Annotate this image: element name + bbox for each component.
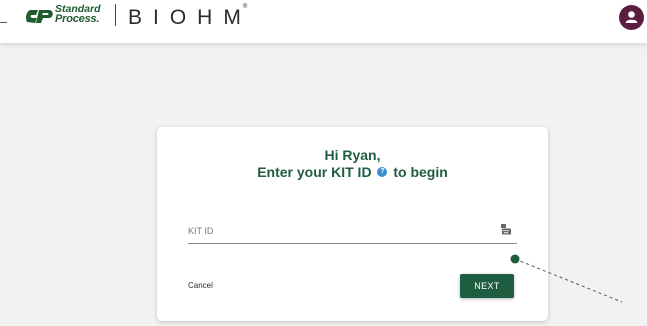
biohm-wordmark: BIOHM [128, 6, 252, 29]
standard-process-logo[interactable]: Standard Process. [24, 4, 101, 26]
biohm-logo[interactable]: BIOHM® [128, 3, 256, 30]
user-icon [625, 11, 638, 23]
next-button[interactable]: NEXT [460, 274, 514, 298]
kit-id-prompt: Enter your KIT ID ? to begin [157, 164, 548, 180]
brand-line-2: Process. [55, 13, 100, 25]
app-header: Standard Process. BIOHM® [0, 0, 647, 43]
main-content: Hi Ryan, Enter your KIT ID ? to begin Ca… [7, 43, 647, 326]
cancel-button[interactable]: Cancel [188, 281, 213, 290]
kit-id-card: Hi Ryan, Enter your KIT ID ? to begin Ca… [157, 127, 548, 321]
header-edge-mark [0, 22, 7, 23]
kit-id-field[interactable] [188, 217, 517, 244]
keyboard-icon[interactable] [501, 224, 511, 235]
standard-process-wordmark: Standard Process. [55, 4, 101, 25]
registered-mark: ® [242, 4, 248, 10]
prompt-text-before: Enter your KIT ID [257, 164, 372, 180]
standard-process-logo-mark [26, 10, 53, 23]
kit-id-input[interactable] [188, 223, 488, 239]
user-avatar-button[interactable] [619, 5, 644, 30]
greeting-heading: Hi Ryan, [324, 147, 381, 163]
logo-divider [115, 4, 116, 26]
question-circle-icon[interactable]: ? [377, 167, 388, 178]
prompt-text-after: to begin [393, 164, 448, 180]
